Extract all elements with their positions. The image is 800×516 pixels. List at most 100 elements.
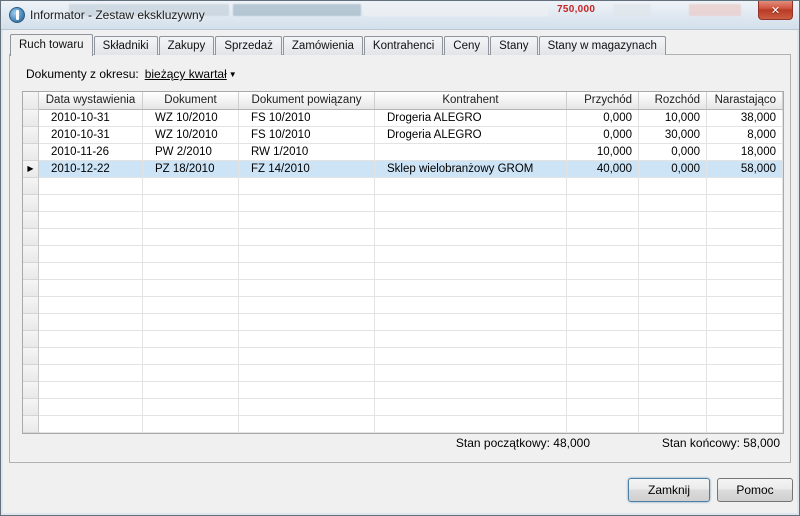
- table-row[interactable]: 2010-10-31WZ 10/2010FS 10/2010Drogeria A…: [23, 127, 783, 144]
- cell-income: [567, 399, 639, 416]
- cell-cumulative: 58,000: [707, 161, 783, 178]
- table-row-empty[interactable]: [23, 348, 783, 365]
- cell-outcome: [639, 212, 707, 229]
- column-header-linked[interactable]: Dokument powiązany: [239, 92, 375, 109]
- table-row-empty[interactable]: [23, 331, 783, 348]
- column-header-doc[interactable]: Dokument: [143, 92, 239, 109]
- row-selector-cell: [23, 382, 39, 399]
- tab-stany-w-magazynach[interactable]: Stany w magazynach: [539, 36, 666, 55]
- cell-doc: [143, 365, 239, 382]
- tab-kontrahenci[interactable]: Kontrahenci: [364, 36, 443, 55]
- cell-outcome: 0,000: [639, 161, 707, 178]
- tab-sprzedaż[interactable]: Sprzedaż: [215, 36, 282, 55]
- cell-income: [567, 416, 639, 433]
- cell-contractor: [375, 297, 567, 314]
- cell-contractor: [375, 382, 567, 399]
- row-selector-cell: [23, 263, 39, 280]
- column-header-date[interactable]: Data wystawienia: [39, 92, 143, 109]
- cell-cumulative: [707, 314, 783, 331]
- table-row-empty[interactable]: [23, 382, 783, 399]
- tab-panel: Dokumenty z okresu: bieżący kwartał▼ Dat…: [9, 54, 791, 463]
- glass-reflection-text: 750,000: [557, 4, 595, 15]
- cell-cumulative: [707, 348, 783, 365]
- cell-doc: [143, 399, 239, 416]
- tab-zakupy[interactable]: Zakupy: [159, 36, 215, 55]
- column-header-outcome[interactable]: Rozchód: [639, 92, 707, 109]
- row-selector-cell: [23, 246, 39, 263]
- opening-balance: Stan początkowy: 48,000: [456, 436, 590, 450]
- cell-doc: [143, 263, 239, 280]
- table-row-empty[interactable]: [23, 314, 783, 331]
- table-row[interactable]: 2010-11-26PW 2/2010RW 1/201010,0000,0001…: [23, 144, 783, 161]
- cell-cumulative: [707, 212, 783, 229]
- cell-date: [39, 382, 143, 399]
- cell-income: [567, 263, 639, 280]
- cell-linked: [239, 178, 375, 195]
- period-value: bieżący kwartał: [145, 67, 227, 81]
- column-header-cumulative[interactable]: Narastająco: [707, 92, 783, 109]
- window-icon-glyph: [16, 10, 19, 20]
- table-row[interactable]: ▶2010-12-22PZ 18/2010FZ 14/2010Sklep wie…: [23, 161, 783, 178]
- cell-doc: [143, 348, 239, 365]
- table-row-empty[interactable]: [23, 399, 783, 416]
- table-row[interactable]: 2010-10-31WZ 10/2010FS 10/2010Drogeria A…: [23, 110, 783, 127]
- tab-składniki[interactable]: Składniki: [94, 36, 158, 55]
- tab-ceny[interactable]: Ceny: [444, 36, 489, 55]
- closing-balance: Stan końcowy: 58,000: [662, 436, 780, 450]
- column-header-income[interactable]: Przychód: [567, 92, 639, 109]
- cell-doc: [143, 297, 239, 314]
- titlebar[interactable]: 750,000 Informator - Zestaw ekskluzywny …: [1, 1, 799, 30]
- table-row-empty[interactable]: [23, 280, 783, 297]
- cell-outcome: [639, 297, 707, 314]
- cell-cumulative: [707, 382, 783, 399]
- cell-doc: WZ 10/2010: [143, 127, 239, 144]
- cell-outcome: [639, 263, 707, 280]
- cell-income: [567, 178, 639, 195]
- table-row-empty[interactable]: [23, 195, 783, 212]
- table-row-empty[interactable]: [23, 178, 783, 195]
- row-selector-header: [23, 92, 39, 110]
- cell-linked: FS 10/2010: [239, 110, 375, 127]
- cell-income: 0,000: [567, 127, 639, 144]
- table-row-empty[interactable]: [23, 229, 783, 246]
- cell-contractor: [375, 195, 567, 212]
- tab-ruch-towaru[interactable]: Ruch towaru: [10, 34, 93, 56]
- cell-income: [567, 314, 639, 331]
- cell-income: [567, 348, 639, 365]
- table-row-empty[interactable]: [23, 365, 783, 382]
- opening-balance-label: Stan początkowy:: [456, 436, 550, 450]
- cell-date: [39, 263, 143, 280]
- closing-balance-value: 58,000: [743, 436, 780, 450]
- opening-balance-value: 48,000: [553, 436, 590, 450]
- cell-doc: WZ 10/2010: [143, 110, 239, 127]
- table-row-empty[interactable]: [23, 297, 783, 314]
- cell-date: [39, 399, 143, 416]
- cell-income: [567, 212, 639, 229]
- cell-doc: [143, 280, 239, 297]
- cell-outcome: [639, 314, 707, 331]
- table-row-empty[interactable]: [23, 416, 783, 433]
- table-row-empty[interactable]: [23, 246, 783, 263]
- close-dialog-button[interactable]: Zamknij: [628, 478, 710, 502]
- tab-stany[interactable]: Stany: [490, 36, 537, 55]
- period-dropdown[interactable]: bieżący kwartał▼: [145, 67, 237, 81]
- close-button[interactable]: ✕: [758, 1, 793, 20]
- cell-outcome: [639, 246, 707, 263]
- tab-zamówienia[interactable]: Zamówienia: [283, 36, 363, 55]
- table-row-empty[interactable]: [23, 212, 783, 229]
- cell-cumulative: [707, 365, 783, 382]
- cell-linked: RW 1/2010: [239, 144, 375, 161]
- column-header-contractor[interactable]: Kontrahent: [375, 92, 567, 109]
- closing-balance-label: Stan końcowy:: [662, 436, 740, 450]
- row-selector-cell: [23, 229, 39, 246]
- row-selector-cell: [23, 331, 39, 348]
- help-button[interactable]: Pomoc: [717, 478, 793, 502]
- table-row-empty[interactable]: [23, 263, 783, 280]
- cell-contractor: [375, 331, 567, 348]
- cell-linked: [239, 382, 375, 399]
- cell-contractor: [375, 246, 567, 263]
- cell-outcome: [639, 331, 707, 348]
- cell-cumulative: 18,000: [707, 144, 783, 161]
- cell-date: [39, 348, 143, 365]
- cell-doc: [143, 314, 239, 331]
